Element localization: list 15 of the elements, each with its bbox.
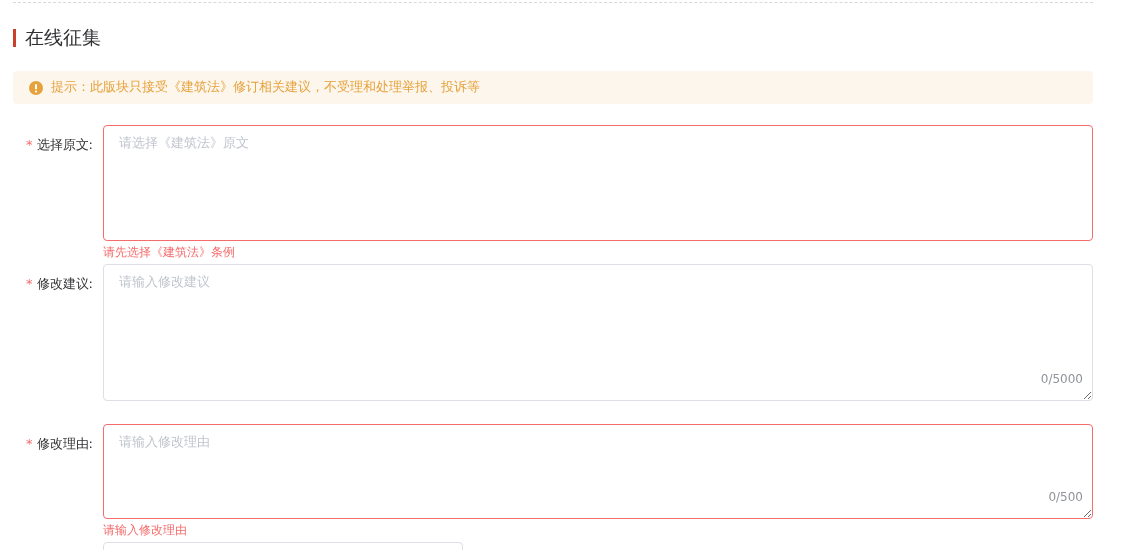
char-counter: 0/5000 bbox=[1040, 372, 1083, 386]
required-mark: * bbox=[26, 436, 33, 451]
section-title: 在线征集 bbox=[25, 25, 101, 50]
field-label: * 选择原文: bbox=[25, 136, 94, 154]
char-counter: 0/500 bbox=[1048, 490, 1083, 504]
required-mark: * bbox=[26, 137, 33, 152]
title-accent-bar bbox=[13, 29, 16, 47]
field-label: * 修改理由: bbox=[25, 435, 94, 453]
field-label: * 修改建议: bbox=[25, 275, 94, 293]
warning-icon bbox=[29, 80, 43, 95]
text-area[interactable]: 请选择《建筑法》原文 bbox=[103, 125, 1093, 241]
required-mark: * bbox=[26, 276, 33, 291]
notice-text: 提示：此版块只接受《建筑法》修订相关建议，不受理和处理举报、投诉等 bbox=[51, 79, 480, 96]
error-message: 请先选择《建筑法》条例 bbox=[103, 244, 235, 261]
error-message: 请输入修改理由 bbox=[103, 522, 187, 539]
